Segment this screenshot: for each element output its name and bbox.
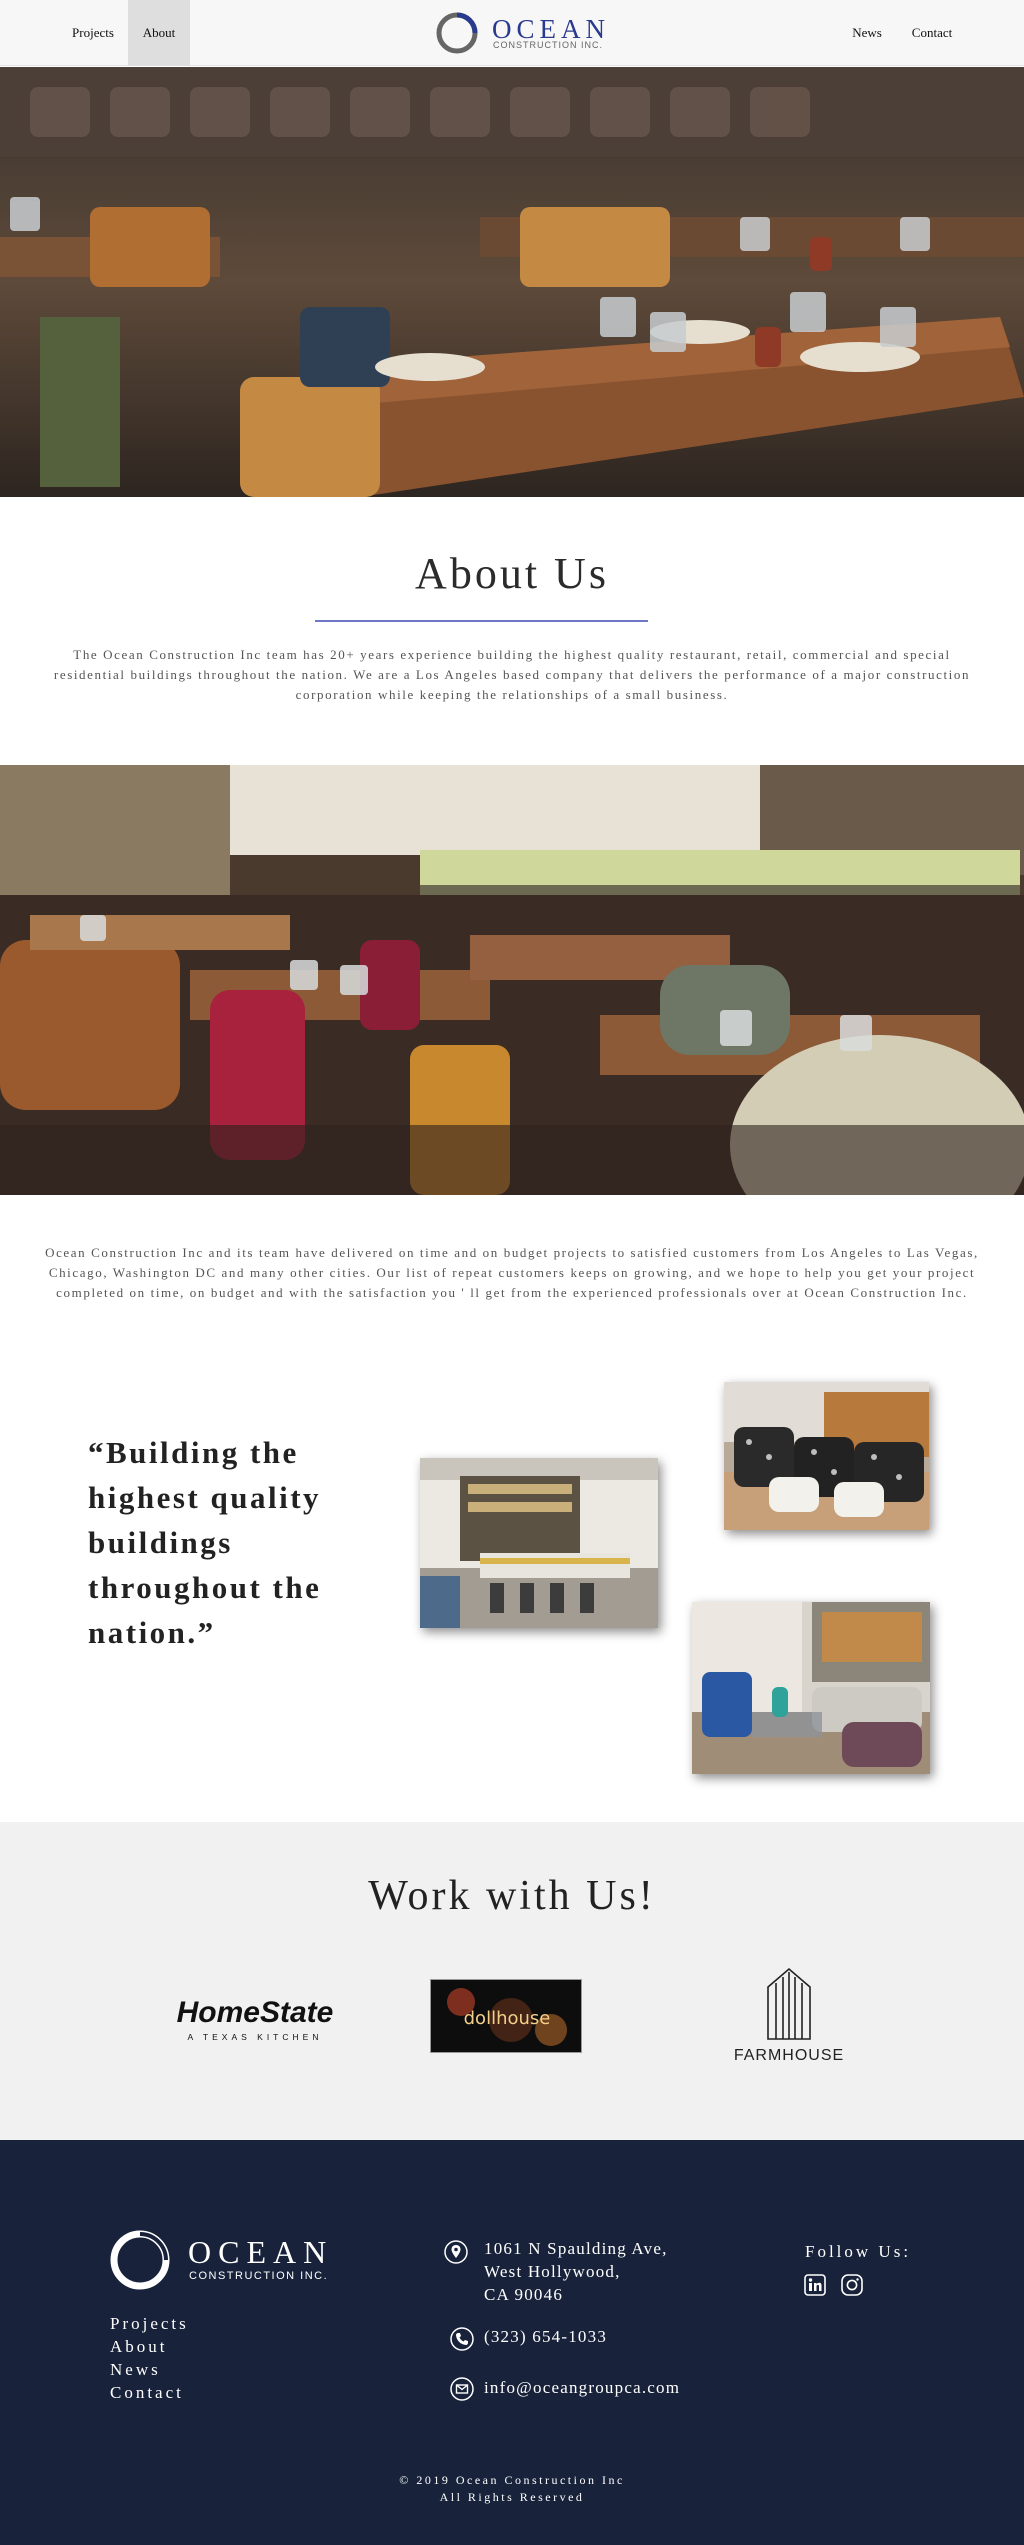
footer-email[interactable]: info@oceangroupca.com [484, 2378, 680, 2398]
location-icon [444, 2240, 468, 2264]
brand-dollhouse-logo[interactable]: dollhouse [430, 1979, 582, 2053]
brand-farmhouse-name: FARMHOUSE [734, 2047, 844, 2064]
work-with-us-section: Work with Us! HomeState A TEXAS KITCHEN … [0, 1822, 1024, 2140]
site-logo[interactable]: OCEAN CONSTRUCTION INC. [434, 10, 605, 56]
site-footer: OCEAN CONSTRUCTION INC. Projects About N… [0, 2140, 1024, 2545]
nav-contact[interactable]: Contact [900, 0, 964, 66]
footer-logo[interactable]: OCEAN CONSTRUCTION INC. [108, 2228, 327, 2297]
footer-logo-ring-icon [110, 2230, 170, 2290]
nav-news[interactable]: News [840, 0, 894, 66]
copyright-line-1: © 2019 Ocean Construction Inc [399, 2473, 625, 2487]
work-title: Work with Us! [368, 1873, 656, 1919]
instagram-icon[interactable] [841, 2274, 863, 2296]
logo-subtitle: CONSTRUCTION INC. [493, 40, 603, 50]
mission-quote: “Building the highest quality buildings … [88, 1435, 322, 1650]
footer-logo-subtitle: CONSTRUCTION INC. [189, 2270, 329, 2282]
follow-us-label: Follow Us: [805, 2242, 912, 2261]
footer-phone[interactable]: (323) 654-1033 [484, 2327, 607, 2347]
nav-about[interactable]: About [128, 0, 190, 66]
footer-link-about[interactable]: About [110, 2335, 189, 2358]
about-text: The Ocean Construction Inc team has 20+ … [53, 647, 971, 702]
project-photo-living-room[interactable] [692, 1602, 930, 1774]
phone-icon [450, 2327, 474, 2351]
site-header: Projects About OCEAN CONSTRUCTION INC. N… [0, 0, 1024, 66]
footer-address: 1061 N Spaulding Ave, West Hollywood, CA… [484, 2237, 668, 2306]
about-title: About Us [415, 549, 609, 598]
logo-ring-icon [436, 12, 478, 54]
nav-projects[interactable]: Projects [62, 0, 124, 66]
restaurant-interior-image [0, 765, 1024, 1195]
brand-homestate-name: HomeState [177, 1996, 334, 2029]
brand-dollhouse-name: dollhouse [464, 2008, 551, 2029]
mail-icon [450, 2377, 474, 2401]
project-photo-salon[interactable] [724, 1382, 929, 1530]
footer-nav: Projects About News Contact [110, 2312, 189, 2404]
footer-logo-word: OCEAN [188, 2234, 334, 2270]
address-line-2: West Hollywood, [484, 2262, 621, 2281]
brand-farmhouse-logo[interactable]: FARMHOUSE [724, 1967, 854, 2067]
copyright: © 2019 Ocean Construction Inc All Rights… [0, 2472, 1024, 2506]
hero-restaurant-image [0, 67, 1024, 497]
intro-text: Ocean Construction Inc and its team have… [45, 1245, 979, 1300]
footer-link-projects[interactable]: Projects [110, 2312, 189, 2335]
footer-link-news[interactable]: News [110, 2358, 189, 2381]
about-divider [315, 620, 648, 622]
brand-homestate-logo[interactable]: HomeState A TEXAS KITCHEN [170, 1992, 340, 2052]
address-line-1: 1061 N Spaulding Ave, [484, 2239, 668, 2258]
footer-link-contact[interactable]: Contact [110, 2381, 189, 2404]
address-line-3: CA 90046 [484, 2285, 564, 2304]
brand-homestate-tagline: A TEXAS KITCHEN [188, 2032, 323, 2042]
project-photo-kitchen[interactable] [420, 1458, 658, 1628]
copyright-line-2: All Rights Reserved [439, 2490, 585, 2504]
linkedin-icon[interactable] [804, 2274, 826, 2296]
